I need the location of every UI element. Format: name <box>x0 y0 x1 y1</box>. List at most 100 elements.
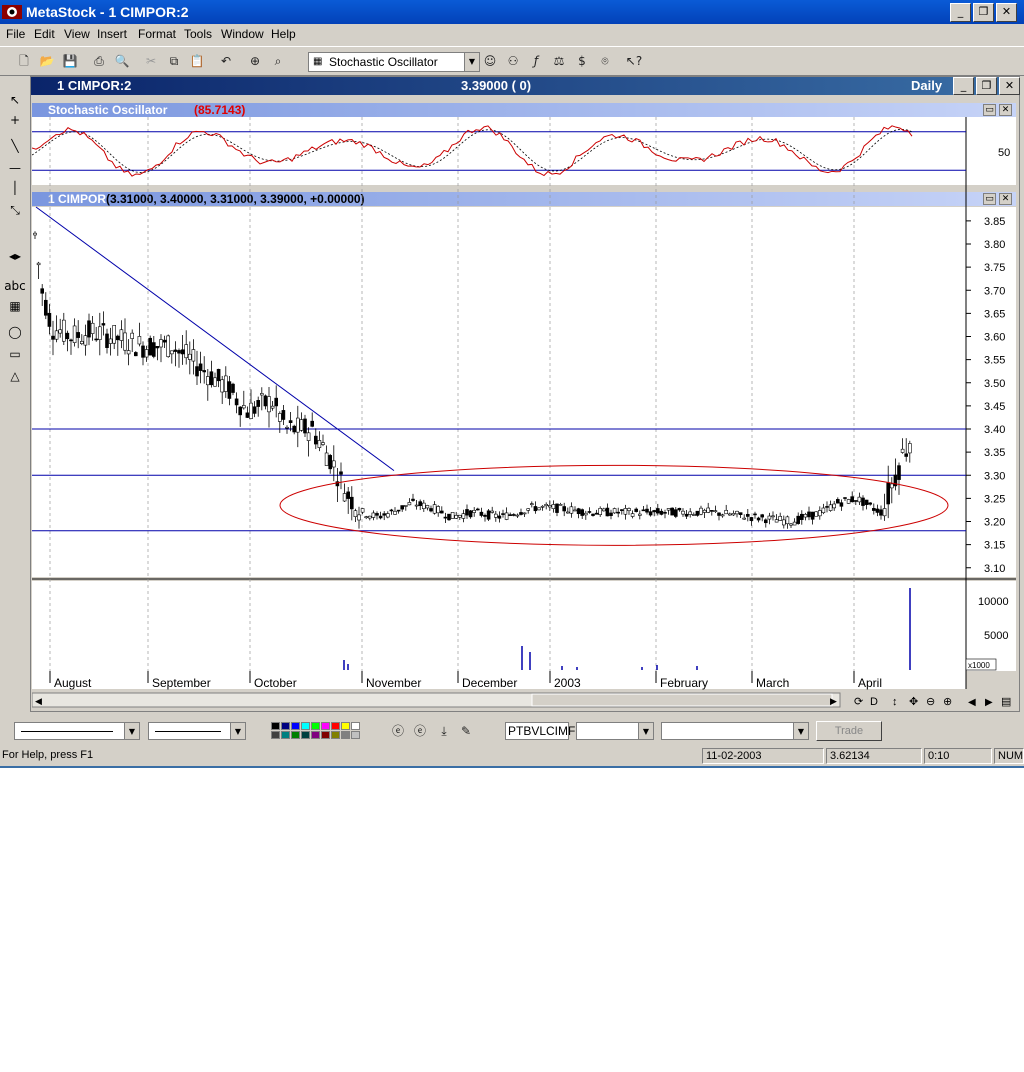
page-left-icon[interactable]: ◀ <box>968 697 976 708</box>
pointer-icon[interactable]: ↖ <box>4 90 26 110</box>
color-swatch[interactable] <box>291 722 300 730</box>
new-file-icon[interactable]: 🗋 <box>14 51 34 71</box>
chart-minimize-icon[interactable]: _ <box>953 77 974 95</box>
menu-view[interactable]: View <box>64 27 90 41</box>
chart-edit-icon[interactable]: ✎ <box>456 721 476 741</box>
chart-close-icon[interactable]: ✕ <box>999 77 1020 95</box>
print-icon[interactable]: ⎙ <box>89 51 109 71</box>
menu-tools[interactable]: Tools <box>184 27 212 41</box>
order-chevron-icon[interactable]: ▼ <box>793 723 808 739</box>
close-icon[interactable]: ✕ <box>996 3 1017 22</box>
line-style-dropdown[interactable]: ▼ <box>14 722 140 740</box>
explorer-icon[interactable]: ⚇ <box>503 51 523 71</box>
ie-icon[interactable]: ⓔ <box>388 721 408 741</box>
properties-icon[interactable]: ▤ <box>1001 696 1011 708</box>
cross-icon[interactable]: + <box>4 110 26 130</box>
color-swatch[interactable] <box>291 731 300 739</box>
menu-format[interactable]: Format <box>138 27 176 41</box>
color-swatch[interactable] <box>341 722 350 730</box>
expert-advisor-icon[interactable]: ☺ <box>480 51 500 71</box>
restore-icon[interactable]: ❐ <box>973 3 994 22</box>
ie-refresh-icon[interactable]: ⓔ <box>410 721 430 741</box>
text-icon[interactable]: abc <box>4 276 26 296</box>
cut-icon[interactable]: ✂ <box>141 51 161 71</box>
chart-restore-icon[interactable]: ❐ <box>976 77 997 95</box>
zoom-in-icon[interactable]: ⊕ <box>943 696 952 708</box>
chart-export-icon[interactable]: ⤓ <box>434 721 454 741</box>
color-swatch[interactable] <box>321 731 330 739</box>
menu-window[interactable]: Window <box>221 27 264 41</box>
candle-body <box>87 320 91 338</box>
color-swatch[interactable] <box>341 731 350 739</box>
trendline-icon[interactable]: ╲ <box>4 136 26 156</box>
grid-icon[interactable]: ▦ <box>4 296 26 316</box>
undo-icon[interactable]: ↶ <box>216 51 236 71</box>
dollar-icon[interactable]: $ <box>572 51 592 71</box>
symbol-field[interactable]: PTBVLCIMF <box>505 722 575 740</box>
color-swatch[interactable] <box>351 731 360 739</box>
panel-maximize-icon[interactable]: ▭ <box>983 104 996 116</box>
fibonacci-icon[interactable]: ⤡ <box>4 200 26 220</box>
vertical-resize-icon[interactable]: ↕ <box>892 696 898 708</box>
menu-file[interactable]: File <box>6 27 25 41</box>
line-weight-dropdown[interactable]: ▼ <box>148 722 246 740</box>
paste-icon[interactable]: 📋 <box>187 51 207 71</box>
minimize-icon[interactable]: _ <box>950 3 971 22</box>
price-tick-label: 3.60 <box>984 332 1005 344</box>
system-tester-icon[interactable]: ⚖ <box>549 51 569 71</box>
page-right-icon[interactable]: ▶ <box>985 697 993 708</box>
color-swatch[interactable] <box>321 722 330 730</box>
zoom-out-icon[interactable]: ⊖ <box>926 696 935 708</box>
color-swatch[interactable] <box>301 722 310 730</box>
menu-edit[interactable]: Edit <box>34 27 55 41</box>
zoom-icon[interactable]: ⌕ <box>268 51 288 71</box>
account-dropdown[interactable]: ▼ <box>576 722 654 740</box>
color-swatch[interactable] <box>271 722 280 730</box>
account-chevron-icon[interactable]: ▼ <box>638 723 653 739</box>
context-help-icon[interactable]: ↖? <box>624 51 644 71</box>
line-weight-chevron-icon[interactable]: ▼ <box>230 723 245 739</box>
move-icon[interactable]: ✥ <box>909 696 918 708</box>
trade-button[interactable]: Trade <box>816 721 882 741</box>
scroll-left-icon[interactable]: ◀ <box>35 696 42 706</box>
indicator-dropdown[interactable]: Stochastic Oscillator ▦ ▼ <box>308 52 480 72</box>
candle-body <box>101 323 106 326</box>
menu-insert[interactable]: Insert <box>97 27 127 41</box>
rectangle-icon[interactable]: ▭ <box>4 344 26 364</box>
scroll-right-icon[interactable]: ▶ <box>830 696 837 706</box>
print-preview-icon[interactable]: 🔍 <box>112 51 132 71</box>
formula-icon[interactable]: ƒ <box>526 51 546 71</box>
color-swatch[interactable] <box>301 731 310 739</box>
binoculars-icon[interactable]: ⌾ <box>595 51 615 71</box>
line-style-chevron-icon[interactable]: ▼ <box>124 723 139 739</box>
scroll-arrows-icon[interactable]: ◂▸ <box>4 246 26 266</box>
chevron-down-icon[interactable]: ▼ <box>464 53 479 71</box>
color-swatch[interactable] <box>281 731 290 739</box>
triangle-icon[interactable]: △ <box>4 366 26 386</box>
color-swatch[interactable] <box>331 731 340 739</box>
color-palette[interactable] <box>271 722 367 740</box>
periodicity[interactable]: Daily <box>911 78 942 93</box>
candle-body <box>648 511 653 516</box>
color-swatch[interactable] <box>281 722 290 730</box>
color-swatch[interactable] <box>311 731 320 739</box>
save-icon[interactable]: 💾 <box>60 51 80 71</box>
panel-close-icon[interactable]: ✕ <box>999 104 1012 116</box>
order-dropdown[interactable]: ▼ <box>661 722 809 740</box>
color-swatch[interactable] <box>271 731 280 739</box>
chart-canvas[interactable]: August September October November December 20… <box>32 117 1016 710</box>
color-swatch[interactable] <box>311 722 320 730</box>
d-icon[interactable]: D <box>870 696 878 708</box>
horizontal-line-icon[interactable]: — <box>4 158 26 178</box>
vertical-line-icon[interactable]: │ <box>4 178 26 198</box>
menu-help[interactable]: Help <box>271 27 296 41</box>
color-swatch[interactable] <box>331 722 340 730</box>
candle-body <box>403 505 408 507</box>
ellipse-icon[interactable]: ◯ <box>4 322 26 342</box>
open-folder-icon[interactable]: 📂 <box>37 51 57 71</box>
copy-icon[interactable]: ⧉ <box>164 51 184 71</box>
crosshair-icon[interactable]: ⊕ <box>245 51 265 71</box>
scrollbar-thumb[interactable] <box>531 693 833 707</box>
refresh-icon[interactable]: ⟳ <box>854 696 863 708</box>
color-swatch[interactable] <box>351 722 360 730</box>
